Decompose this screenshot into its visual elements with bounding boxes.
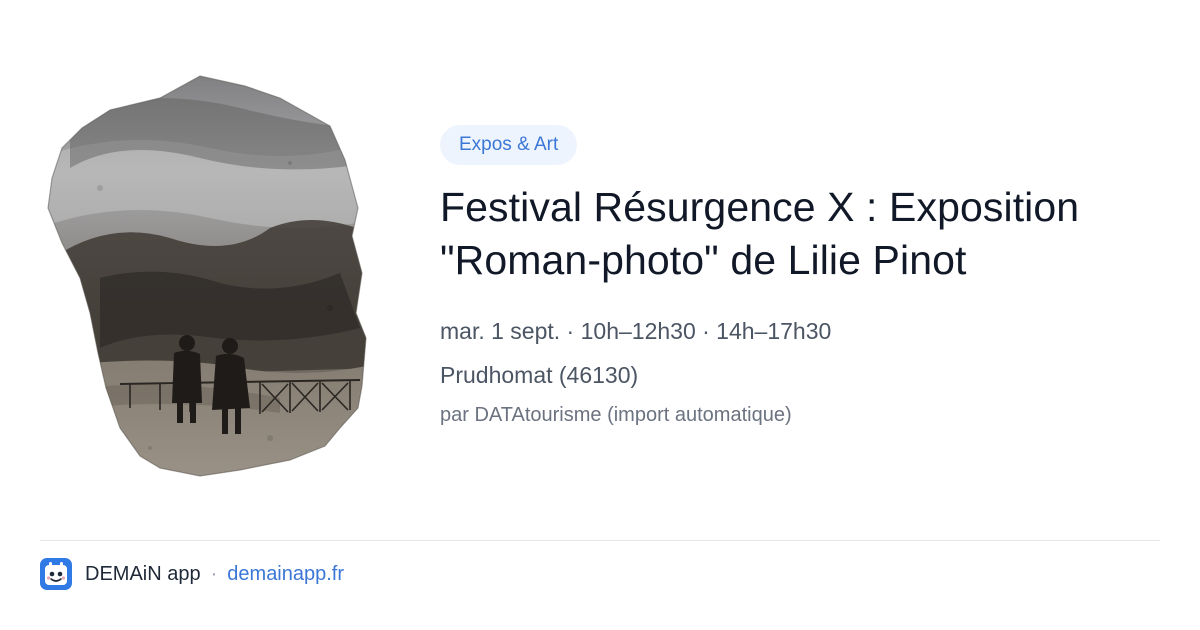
footer: DEMAiN app · demainapp.fr [40,558,344,590]
event-source: par DATAtourisme (import automatique) [440,404,792,426]
category-badge[interactable]: Expos & Art [440,125,578,165]
event-datetime: mar. 1 sept. · 10h–12h30 · 14h–17h30 [440,318,832,344]
event-location: Prudhomat (46130) [440,362,639,388]
event-title: Festival Résurgence X : Exposition "Roma… [440,184,1080,283]
event-share-card: Expos & Art Festival Résurgence X : Expo… [0,0,1200,630]
event-info: Expos & Art Festival Résurgence X : Expo… [440,125,1160,429]
footer-separator: · [210,562,218,585]
event-image [40,68,380,480]
app-website-link[interactable]: demainapp.fr [227,563,344,586]
footer-divider [40,540,1160,541]
app-logo-icon [40,558,72,590]
app-name: DEMAiN app [85,562,201,585]
